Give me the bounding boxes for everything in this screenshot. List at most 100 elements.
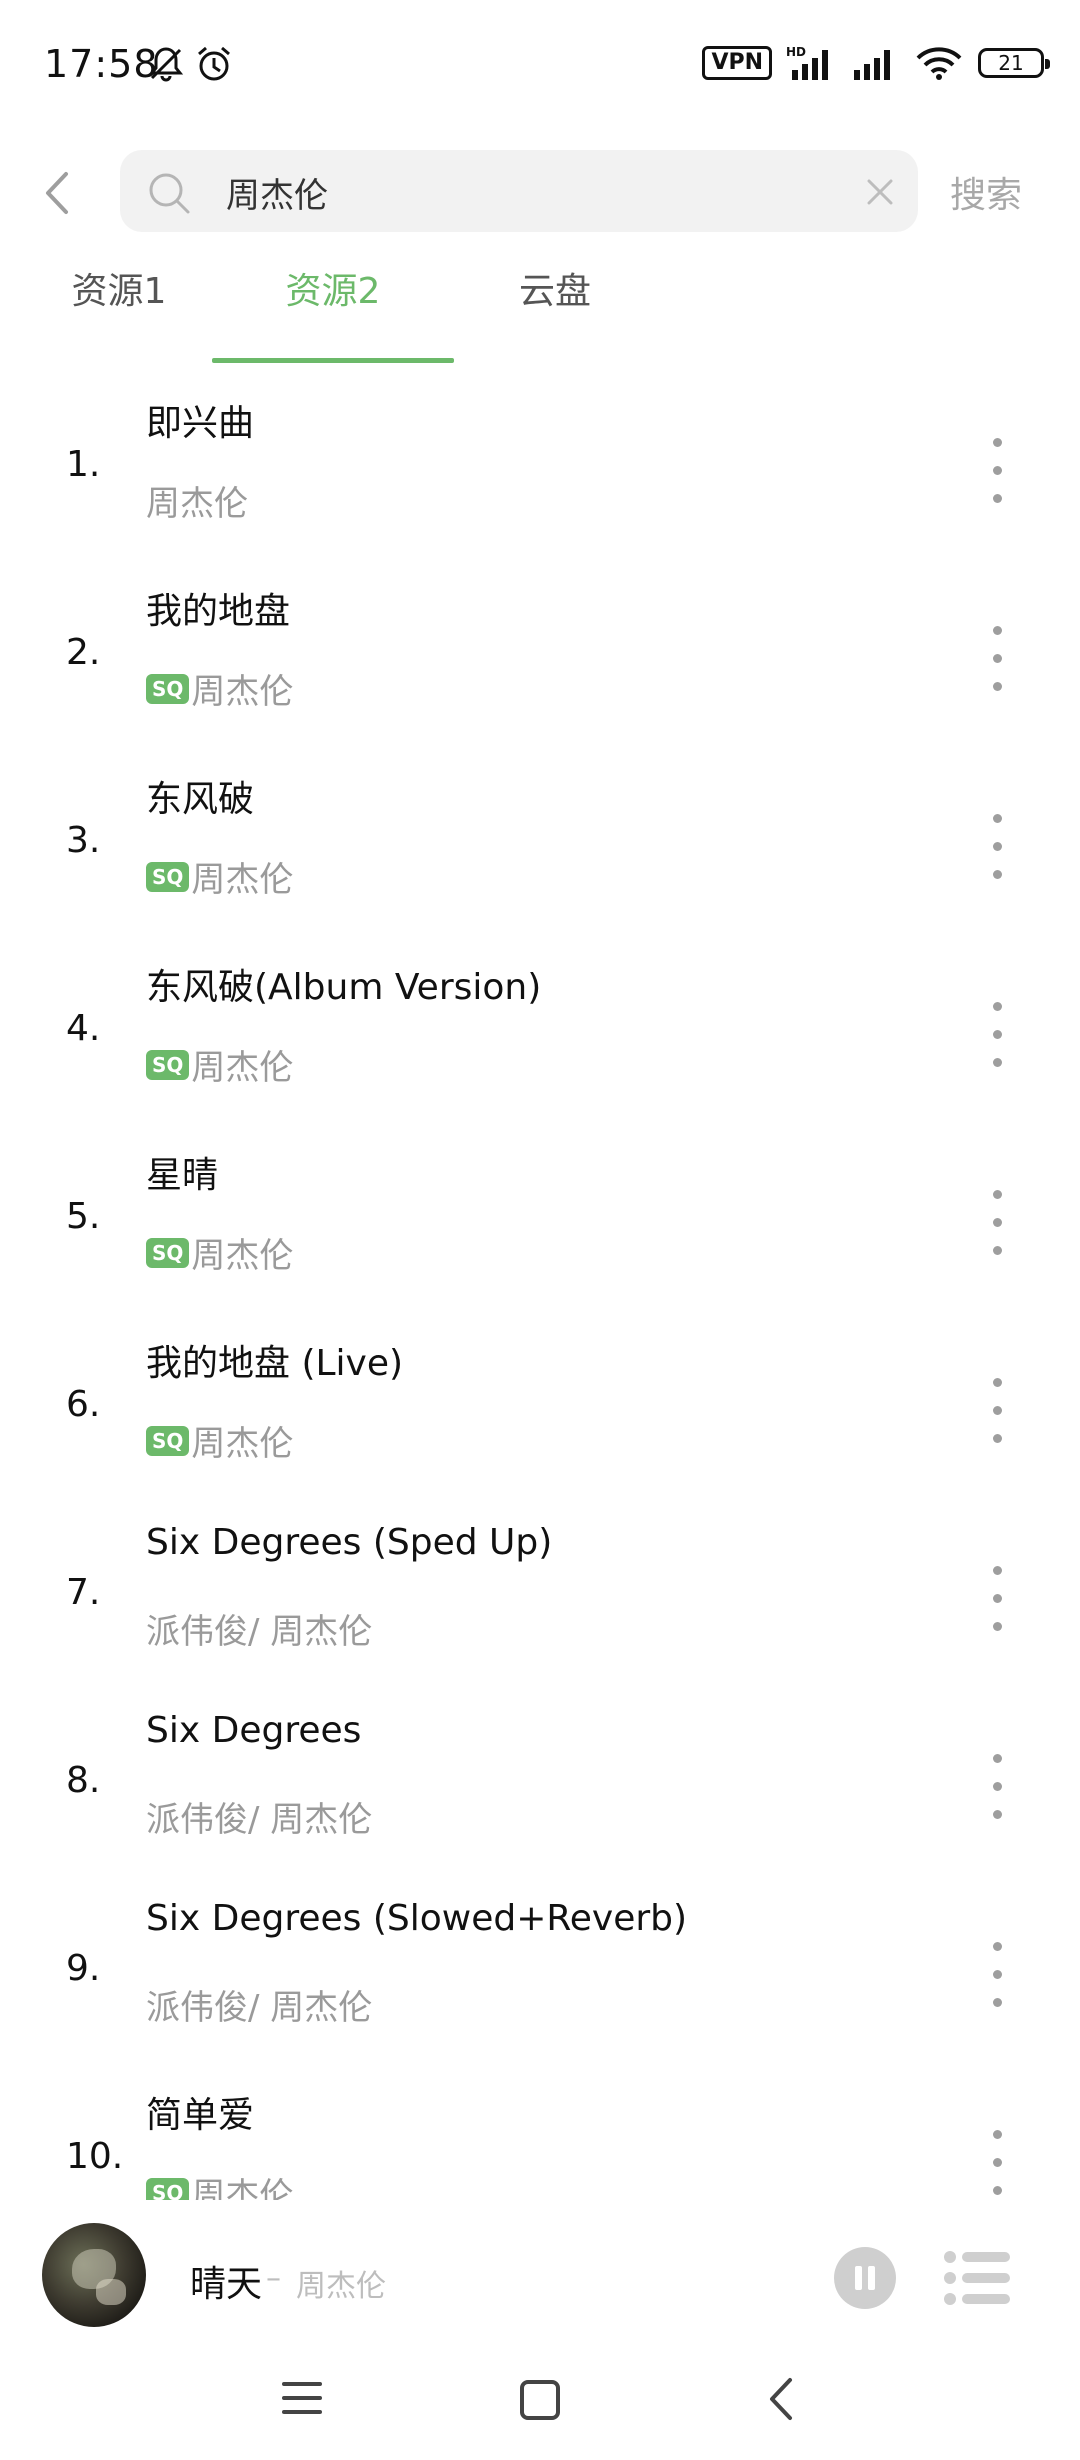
pause-button[interactable] [834, 2247, 896, 2309]
song-title: 星晴 [146, 1155, 219, 1196]
song-number: 8. [66, 1760, 101, 1801]
song-number: 10. [66, 2136, 124, 2177]
song-subtitle: 派伟俊/ 周杰伦 [146, 1980, 372, 2029]
sq-badge: SQ [146, 1237, 190, 1268]
sq-badge: SQ [146, 1049, 190, 1080]
song-number: 1. [66, 444, 101, 485]
song-artist: 派伟俊/ 周杰伦 [146, 1800, 373, 1840]
more-options-icon[interactable] [982, 2122, 1012, 2200]
song-subtitle: 派伟俊/ 周杰伦 [146, 1792, 372, 1841]
song-artist: 周杰伦 [191, 1424, 294, 1464]
song-row[interactable]: 9. Six Degrees (Slowed+Reverb) 派伟俊/ 周杰伦 [0, 1884, 1080, 2072]
song-title: 简单爱 [146, 2095, 255, 2136]
song-subtitle: SQ 周杰伦 [146, 1228, 293, 1277]
song-title: Six Degrees (Slowed+Reverb) [146, 1898, 688, 1939]
song-subtitle: SQ 周杰伦 [146, 1416, 293, 1465]
song-artist: 周杰伦 [191, 860, 294, 900]
more-options-icon[interactable] [982, 430, 1012, 510]
song-row[interactable]: 10. 简单爱 SQ 周杰伦 [0, 2072, 1080, 2200]
wifi-icon [916, 47, 962, 80]
song-artist: 派伟俊/ 周杰伦 [146, 1612, 373, 1652]
song-number: 2. [66, 632, 101, 673]
search-input[interactable] [224, 164, 828, 220]
song-row[interactable]: 2. 我的地盘 SQ 周杰伦 [0, 568, 1080, 756]
sq-badge: SQ [146, 673, 190, 704]
clear-icon[interactable] [864, 176, 896, 208]
tab-cloud[interactable]: 云盘 [510, 262, 600, 358]
status-time: 17:58 [44, 42, 159, 86]
sq-badge: SQ [146, 1425, 190, 1456]
song-number: 7. [66, 1572, 101, 1613]
alarm-icon [198, 46, 230, 81]
song-subtitle: SQ 周杰伦 [146, 852, 293, 901]
now-playing-artist: 周杰伦 [296, 2269, 386, 2304]
song-title: 我的地盘 [146, 591, 291, 632]
back-icon[interactable] [36, 168, 80, 218]
signal-icon [854, 50, 890, 80]
mini-player[interactable]: 晴天 – 周杰伦 [0, 2205, 1080, 2345]
search-icon [149, 173, 190, 214]
song-artist: 周杰伦 [191, 1236, 294, 1276]
more-options-icon[interactable] [982, 1558, 1012, 1638]
signal-hd-icon: HD [786, 45, 828, 80]
song-subtitle: SQ 周杰伦 [146, 1040, 293, 1089]
song-subtitle: 派伟俊/ 周杰伦 [146, 1604, 372, 1653]
song-artist: 周杰伦 [146, 484, 248, 524]
song-row[interactable]: 5. 星晴 SQ 周杰伦 [0, 1132, 1080, 1320]
now-playing-title: 晴天 [190, 2264, 263, 2305]
more-options-icon[interactable] [982, 1370, 1012, 1450]
song-subtitle: 周杰伦 [146, 476, 248, 525]
song-number: 4. [66, 1008, 101, 1049]
song-row[interactable]: 3. 东风破 SQ 周杰伦 [0, 756, 1080, 944]
active-tab-indicator [212, 358, 454, 363]
tab-source-1[interactable]: 资源1 [64, 262, 174, 358]
song-artist: 周杰伦 [191, 1048, 294, 1088]
song-artist: 周杰伦 [191, 2176, 294, 2200]
song-number: 3. [66, 820, 101, 861]
more-options-icon[interactable] [982, 994, 1012, 1074]
song-subtitle: SQ 周杰伦 [146, 2168, 293, 2200]
song-list[interactable]: 1. 即兴曲 周杰伦 2. 我的地盘 SQ 周杰伦 3. 东风破 SQ 周杰伦 4. 东风破(Album… [0, 380, 1080, 2200]
album-art[interactable] [42, 2223, 146, 2327]
source-tabs: 资源1 资源2 云盘 [0, 262, 1080, 372]
song-row[interactable]: 4. 东风破(Album Version) SQ 周杰伦 [0, 944, 1080, 1132]
song-number: 5. [66, 1196, 101, 1237]
song-title: Six Degrees (Sped Up) [146, 1522, 553, 1563]
search-box[interactable] [120, 150, 918, 232]
song-row[interactable]: 7. Six Degrees (Sped Up) 派伟俊/ 周杰伦 [0, 1508, 1080, 1696]
song-title: Six Degrees [146, 1710, 362, 1751]
battery-icon: 21 [978, 48, 1050, 78]
nav-back-icon[interactable] [764, 2376, 800, 2422]
more-options-icon[interactable] [982, 1182, 1012, 1262]
now-playing-separator: – [266, 2261, 281, 2296]
song-row[interactable]: 1. 即兴曲周杰伦 [0, 380, 1080, 568]
song-row[interactable]: 6. 我的地盘 (Live) SQ 周杰伦 [0, 1320, 1080, 1508]
svg-text:HD: HD [786, 45, 806, 59]
vpn-badge: VPN [702, 46, 772, 80]
song-artist: 派伟俊/ 周杰伦 [146, 1988, 373, 2028]
song-title: 东风破(Album Version) [146, 967, 542, 1008]
more-options-icon[interactable] [982, 806, 1012, 886]
more-options-icon[interactable] [982, 1746, 1012, 1826]
menu-icon[interactable] [282, 2378, 322, 2418]
song-number: 9. [66, 1948, 101, 1989]
bell-off-icon [148, 47, 184, 82]
song-title: 我的地盘 (Live) [146, 1343, 404, 1384]
song-title: 即兴曲 [146, 403, 255, 444]
song-title: 东风破 [146, 779, 255, 820]
status-right-icons: VPN HD 21 [702, 44, 1050, 82]
more-options-icon[interactable] [982, 618, 1012, 698]
sq-badge: SQ [146, 861, 190, 892]
sq-badge: SQ [146, 2177, 190, 2200]
more-options-icon[interactable] [982, 1934, 1012, 2014]
system-nav-bar [0, 2346, 1080, 2460]
playlist-icon[interactable] [942, 2249, 1012, 2307]
search-button[interactable]: 搜索 [950, 166, 1022, 218]
song-row[interactable]: 8. Six Degrees 派伟俊/ 周杰伦 [0, 1696, 1080, 1884]
song-artist: 周杰伦 [191, 672, 294, 712]
home-icon[interactable] [520, 2380, 560, 2420]
status-bar: 17:58 VPN HD 21 [0, 0, 1080, 140]
song-subtitle: SQ 周杰伦 [146, 664, 293, 713]
tab-source-2[interactable]: 资源2 [276, 262, 390, 358]
song-number: 6. [66, 1384, 101, 1425]
